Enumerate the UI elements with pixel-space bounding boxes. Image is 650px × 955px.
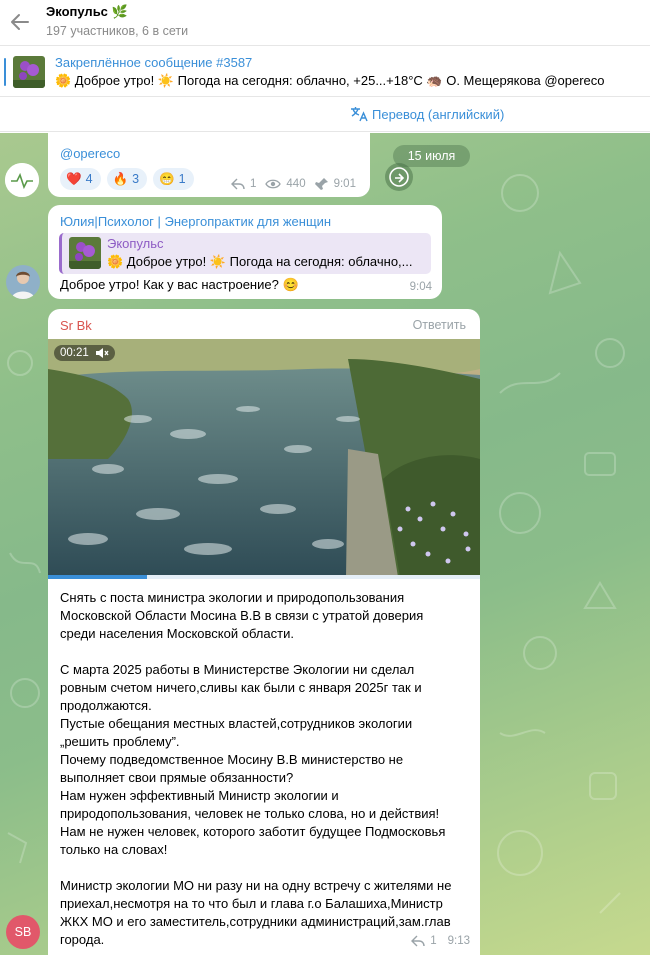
message-meta: 1 9:13 xyxy=(411,935,470,947)
reactions: ❤️ 4 🔥 3 😁 1 xyxy=(60,168,194,190)
message-bubble[interactable]: Юлия|Психолог | Энергопрактик для женщин… xyxy=(48,205,442,299)
sender-name[interactable]: Sr Bk xyxy=(60,318,92,333)
message-line: С марта 2025 работы в Министерстве Эколо… xyxy=(60,662,415,677)
reaction-count: 1 xyxy=(178,172,186,186)
message-bubble[interactable]: Sr Bk Ответить 00:21 Снять с поста минис… xyxy=(48,309,480,955)
reply-icon xyxy=(231,178,245,190)
view-count: 440 xyxy=(286,178,306,190)
message-line: Нам нужен эффективный Министр экологии и xyxy=(60,788,339,803)
forward-icon xyxy=(389,167,409,187)
mute-icon[interactable] xyxy=(95,347,109,359)
video-player[interactable]: 00:21 xyxy=(48,339,480,577)
pinned-text: 🌼 Доброе утро! ☀️ Погода на сегодня: обл… xyxy=(55,73,605,88)
translate-bar: Перевод (английский) xyxy=(0,98,650,132)
reply-quote[interactable]: Экопульс 🌼 Доброе утро! ☀️ Погода на сег… xyxy=(59,233,431,274)
message-meta: 9:04 xyxy=(410,281,432,293)
message-line xyxy=(60,859,472,877)
channel-avatar[interactable] xyxy=(5,163,39,197)
message-time: 9:04 xyxy=(409,281,432,293)
chat-title[interactable]: Экопульс 🌿 xyxy=(46,4,128,20)
pin-icon xyxy=(314,178,328,190)
reaction-heart[interactable]: ❤️ 4 xyxy=(60,168,101,190)
chat-area[interactable]: @opereco ❤️ 4 🔥 3 😁 1 1 440 9:01 15 июля xyxy=(0,133,650,955)
message-bubble[interactable]: @opereco ❤️ 4 🔥 3 😁 1 1 440 9:01 xyxy=(48,133,370,197)
translate-label: Перевод (английский) xyxy=(372,106,505,122)
reaction-count: 4 xyxy=(85,172,93,186)
message-meta: 1 440 9:01 xyxy=(231,177,356,191)
video-duration: 00:21 xyxy=(54,345,115,361)
message-line: среди населения Московской области. xyxy=(60,626,294,641)
message-line: выполняет свои прямые обязанности? xyxy=(60,770,294,785)
views-icon xyxy=(265,179,282,189)
pinned-message-bar[interactable]: Закреплённое сообщение #3587 🌼 Доброе ут… xyxy=(0,47,650,97)
message-line: Почему подведомственное Мосину В.В минис… xyxy=(60,752,404,767)
message-line: города. xyxy=(60,932,105,947)
reaction-fire[interactable]: 🔥 3 xyxy=(106,168,148,190)
message-line: Снять с поста министра экологии и природ… xyxy=(60,590,405,605)
translate-icon xyxy=(351,107,368,122)
translate-button[interactable]: Перевод (английский) xyxy=(350,106,504,122)
user-avatar[interactable]: SB xyxy=(6,915,40,949)
message-line: Московской Области Мосина В.В в связи с … xyxy=(60,608,424,623)
message-line xyxy=(60,643,472,661)
quote-sender: Экопульс xyxy=(107,236,164,251)
reaction-emoji: 😁 xyxy=(159,171,175,186)
pinned-title: Закреплённое сообщение #3587 xyxy=(55,55,253,70)
quote-text: 🌼 Доброе утро! ☀️ Погода на сегодня: обл… xyxy=(107,254,413,269)
chat-header: Экопульс 🌿 197 участников, 6 в сети xyxy=(0,0,650,46)
message-line: продолжаются. xyxy=(60,698,152,713)
message-line: Пустые обещания местных властей,сотрудни… xyxy=(60,716,413,731)
reply-count: 1 xyxy=(430,935,437,947)
reply-icon xyxy=(411,935,425,947)
message-line: Нам не нужен человек, которого заботит б… xyxy=(60,824,446,839)
channel-link[interactable]: @opereco xyxy=(60,146,120,161)
message-line: ровным счетом ничего,сливы как были с ян… xyxy=(60,680,422,695)
video-progress-fill xyxy=(48,575,148,579)
message-text: Снять с поста министра экологии и природ… xyxy=(60,589,472,949)
reaction-emoji: 🔥 xyxy=(112,171,129,186)
sender-name[interactable]: Юлия|Психолог | Энергопрактик для женщин xyxy=(60,214,331,229)
video-frame xyxy=(48,339,480,577)
pinned-indicator xyxy=(4,58,6,86)
video-progress-bar[interactable] xyxy=(48,575,480,579)
message-line: приехал,несмотря на то что был и глава г… xyxy=(60,896,443,911)
back-arrow-icon[interactable] xyxy=(8,10,32,34)
message-line: только на словах! xyxy=(60,842,168,857)
message-line: „решить проблему”. xyxy=(60,734,180,749)
reaction-emoji: ❤️ xyxy=(66,171,82,186)
user-avatar[interactable] xyxy=(6,265,40,299)
message-line: ЖКХ МО и его заместитель,сотрудники адми… xyxy=(60,914,451,929)
message-text: Доброе утро! Как у вас настроение? 😊 xyxy=(60,277,299,292)
message-line: Министр экологии МО ни разу ни на одну в… xyxy=(60,878,452,893)
reply-count: 1 xyxy=(250,178,257,190)
pinned-thumbnail xyxy=(13,56,45,88)
message-time: 9:13 xyxy=(447,935,470,947)
message-time: 9:01 xyxy=(333,178,356,190)
chat-subtitle: 197 участников, 6 в сети xyxy=(46,24,189,38)
quote-thumbnail xyxy=(69,237,101,269)
video-time: 00:21 xyxy=(60,347,89,359)
forward-button[interactable] xyxy=(385,163,413,191)
reply-button[interactable]: Ответить xyxy=(413,318,466,332)
reaction-grin[interactable]: 😁 1 xyxy=(153,168,194,190)
reaction-count: 3 xyxy=(132,172,140,186)
message-line: природопользования, человек не только сл… xyxy=(60,806,440,821)
